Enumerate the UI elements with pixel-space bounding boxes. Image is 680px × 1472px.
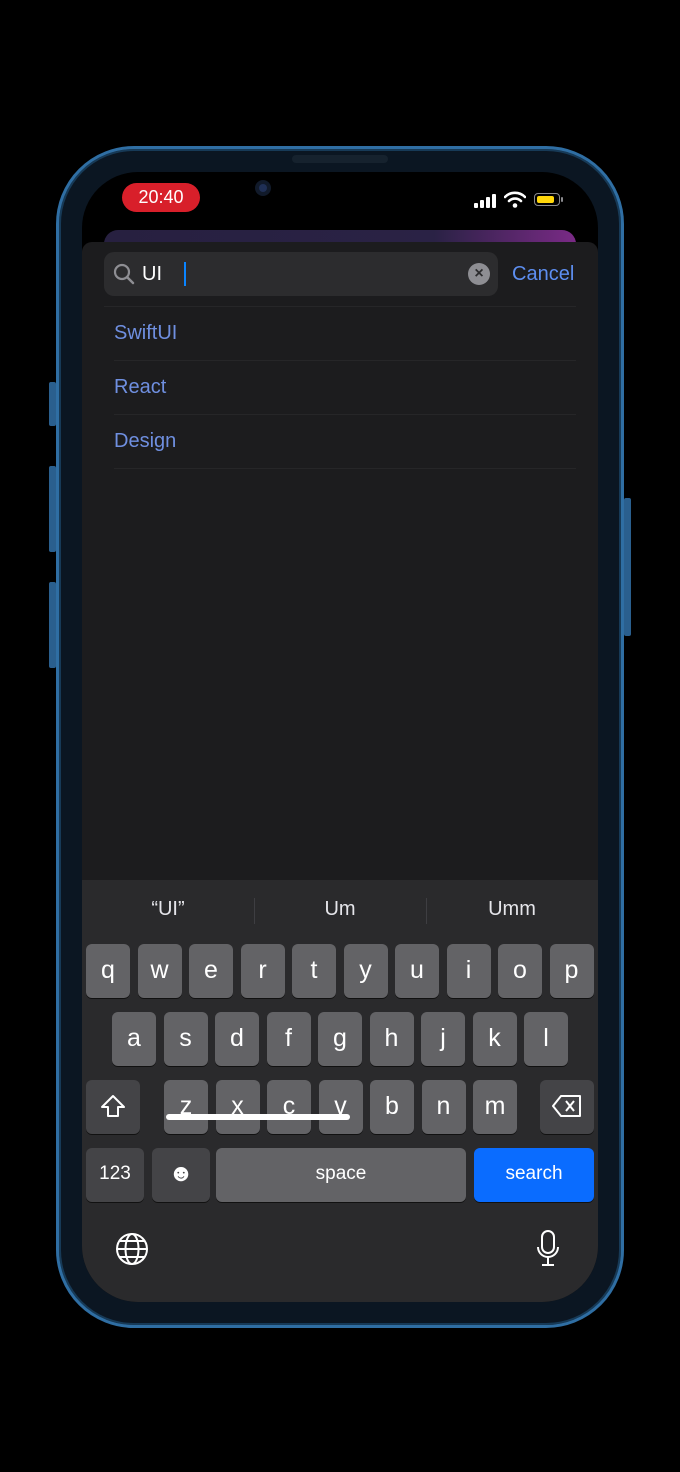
emoji-key[interactable]: ☻ bbox=[152, 1148, 210, 1202]
power-button bbox=[624, 498, 631, 636]
shift-icon bbox=[101, 1095, 125, 1117]
key-u[interactable]: u bbox=[395, 944, 439, 998]
space-key[interactable]: space bbox=[216, 1148, 466, 1202]
key-c[interactable]: c bbox=[267, 1080, 311, 1134]
key-z[interactable]: z bbox=[164, 1080, 208, 1134]
key-n[interactable]: n bbox=[421, 1080, 466, 1134]
key-p[interactable]: p bbox=[549, 944, 594, 998]
screen: 20:40 UI × Cancel SwiftUI React Design “… bbox=[82, 172, 598, 1302]
key-g[interactable]: g bbox=[318, 1012, 362, 1066]
numbers-key[interactable]: 123 bbox=[86, 1148, 144, 1202]
key-x[interactable]: x bbox=[215, 1080, 260, 1134]
suggestion-item[interactable]: SwiftUI bbox=[114, 306, 574, 360]
home-indicator bbox=[166, 1114, 350, 1120]
search-field[interactable]: UI × bbox=[104, 252, 498, 296]
prediction-item[interactable]: “UI” bbox=[82, 880, 254, 938]
keyboard: “UI” Um Umm qwertyuiop asdfghjkl zxcvbnm… bbox=[82, 880, 598, 1302]
delete-icon bbox=[552, 1095, 581, 1117]
key-y[interactable]: y bbox=[343, 944, 388, 998]
delete-key[interactable] bbox=[540, 1080, 594, 1134]
status-time: 20:40 bbox=[122, 183, 200, 212]
battery-icon bbox=[534, 193, 563, 206]
key-l[interactable]: l bbox=[524, 1012, 568, 1066]
clear-icon[interactable]: × bbox=[468, 263, 490, 285]
key-q[interactable]: q bbox=[86, 944, 130, 998]
key-t[interactable]: t bbox=[292, 944, 336, 998]
key-f[interactable]: f bbox=[266, 1012, 311, 1066]
divider bbox=[114, 468, 576, 469]
key-v[interactable]: v bbox=[318, 1080, 363, 1134]
predictive-bar: “UI” Um Umm bbox=[82, 880, 598, 938]
key-e[interactable]: e bbox=[189, 944, 233, 998]
key-i[interactable]: i bbox=[446, 944, 491, 998]
prediction-item[interactable]: Umm bbox=[426, 880, 598, 938]
microphone-icon[interactable] bbox=[536, 1230, 560, 1268]
search-icon bbox=[113, 263, 135, 285]
key-h[interactable]: h bbox=[369, 1012, 414, 1066]
shift-key[interactable] bbox=[86, 1080, 140, 1134]
suggestion-item[interactable]: Design bbox=[114, 414, 574, 468]
volume-up-button bbox=[49, 466, 56, 552]
cancel-button[interactable]: Cancel bbox=[512, 252, 574, 296]
key-d[interactable]: d bbox=[215, 1012, 259, 1066]
key-w[interactable]: w bbox=[137, 944, 182, 998]
front-camera bbox=[255, 180, 271, 196]
key-a[interactable]: a bbox=[112, 1012, 156, 1066]
suggestion-item[interactable]: React bbox=[114, 360, 574, 414]
key-o[interactable]: o bbox=[498, 944, 542, 998]
text-caret bbox=[184, 262, 186, 286]
volume-down-button bbox=[49, 582, 56, 668]
key-j[interactable]: j bbox=[421, 1012, 465, 1066]
action-button bbox=[49, 382, 56, 426]
key-b[interactable]: b bbox=[370, 1080, 414, 1134]
key-s[interactable]: s bbox=[163, 1012, 208, 1066]
search-input[interactable]: UI bbox=[142, 252, 162, 296]
status-bar: 20:40 bbox=[82, 172, 598, 228]
wifi-icon bbox=[504, 191, 526, 208]
earpiece bbox=[292, 155, 388, 163]
search-key[interactable]: search bbox=[474, 1148, 594, 1202]
key-m[interactable]: m bbox=[473, 1080, 517, 1134]
globe-icon[interactable] bbox=[115, 1232, 149, 1266]
key-k[interactable]: k bbox=[472, 1012, 517, 1066]
cellular-signal-icon bbox=[474, 194, 496, 208]
prediction-item[interactable]: Um bbox=[254, 880, 426, 938]
key-r[interactable]: r bbox=[240, 944, 285, 998]
